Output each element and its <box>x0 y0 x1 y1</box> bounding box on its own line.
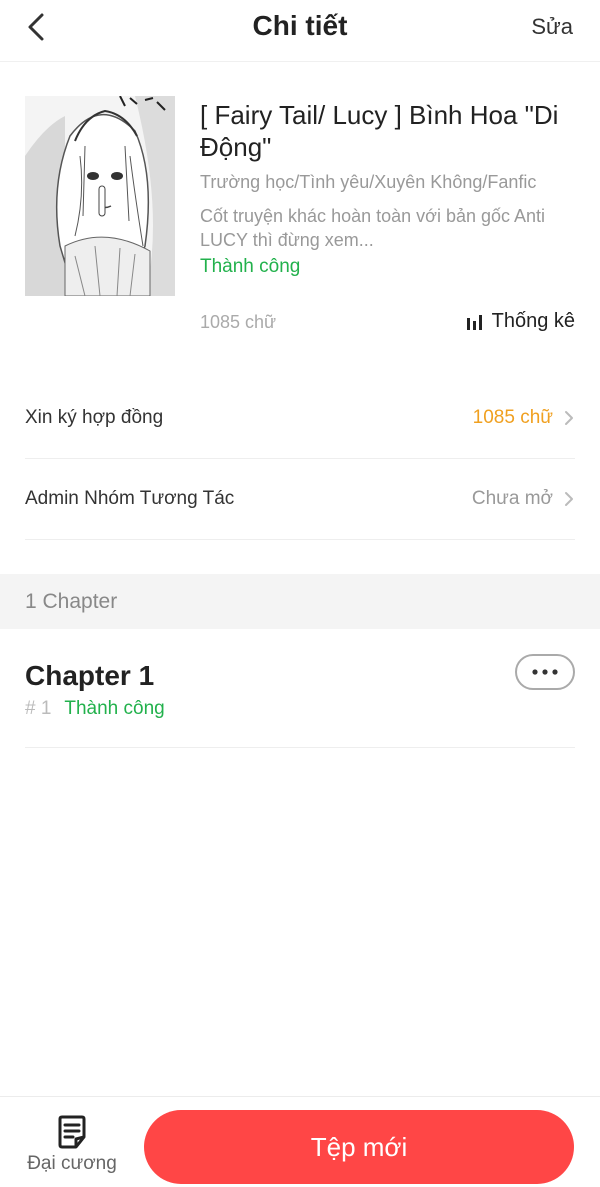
chapter-number: # 1 <box>25 698 52 719</box>
stats-button[interactable]: Thống kê <box>466 310 575 333</box>
document-list-icon <box>58 1115 86 1149</box>
book-status: Thành công <box>200 256 301 277</box>
admin-group-value: Chưa mở <box>471 488 553 509</box>
admin-group-label: Admin Nhóm Tương Tác <box>25 488 235 509</box>
stats-label: Thống kê <box>491 310 575 332</box>
new-file-button[interactable]: Tệp mới <box>144 1110 574 1184</box>
top-bar: Chi tiết Sửa <box>0 0 600 62</box>
chapter-list-item[interactable]: Chapter 1 # 1 Thành công <box>25 630 575 748</box>
admin-group-row[interactable]: Admin Nhóm Tương Tác Chưa mở <box>25 459 575 540</box>
book-title: [ Fairy Tail/ Lucy ] Bình Hoa "Di Động" <box>200 100 559 162</box>
chapter-more-button[interactable] <box>515 654 575 690</box>
contract-label: Xin ký hợp đồng <box>25 407 164 428</box>
contract-value: 1085 chữ <box>472 407 553 428</box>
page-title: Chi tiết <box>252 10 348 41</box>
outline-button[interactable]: Đại cương <box>22 1115 122 1181</box>
chevron-right-icon <box>565 492 573 506</box>
chapters-section-header: 1 Chapter <box>0 574 600 629</box>
book-genres: Trường học/Tình yêu/Xuyên Không/Fanfic <box>200 172 537 192</box>
chevron-right-icon <box>565 411 573 425</box>
bar-chart-icon <box>466 314 482 330</box>
word-count: 1085 chữ <box>200 312 277 332</box>
outline-label: Đại cương <box>27 1153 117 1174</box>
more-horizontal-icon <box>532 669 558 675</box>
chapter-meta: # 1 Thành công <box>25 698 165 720</box>
contract-row[interactable]: Xin ký hợp đồng 1085 chữ <box>25 378 575 459</box>
edit-button[interactable]: Sửa <box>531 14 573 40</box>
chapter-title: Chapter 1 <box>25 660 155 691</box>
chapter-status: Thành công <box>64 698 165 719</box>
bottom-action-bar: Đại cương Tệp mới <box>0 1096 600 1187</box>
chapter-count: 1 Chapter <box>25 590 118 613</box>
book-description: Cốt truyện khác hoàn toàn với bản gốc An… <box>200 206 546 250</box>
book-cover-image[interactable] <box>25 96 175 296</box>
